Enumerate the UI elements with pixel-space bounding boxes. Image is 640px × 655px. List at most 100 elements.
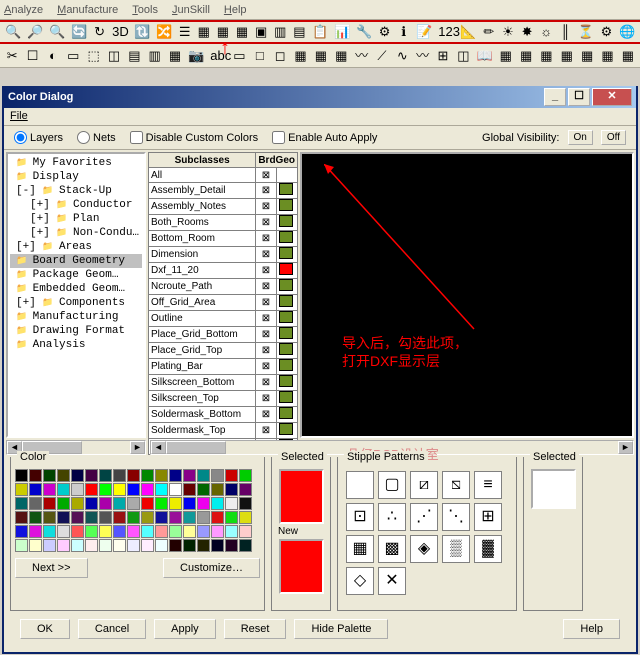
color-swatch[interactable] bbox=[225, 511, 238, 524]
color-swatch[interactable] bbox=[29, 469, 42, 482]
toolbar-icon[interactable]: □ bbox=[252, 47, 268, 65]
toolbar-icon[interactable]: ☐ bbox=[24, 47, 40, 65]
color-cell[interactable] bbox=[276, 168, 297, 183]
visibility-checkbox[interactable]: ⊠ bbox=[256, 343, 276, 359]
stipple-pattern[interactable]: ◈ bbox=[410, 535, 438, 563]
color-swatch[interactable] bbox=[155, 469, 168, 482]
color-swatch[interactable] bbox=[127, 497, 140, 510]
color-swatch[interactable] bbox=[29, 539, 42, 552]
toolbar-icon[interactable]: ▦ bbox=[313, 47, 329, 65]
color-swatch[interactable] bbox=[225, 483, 238, 496]
color-swatch[interactable] bbox=[99, 525, 112, 538]
color-swatch[interactable] bbox=[225, 525, 238, 538]
apply-button[interactable]: Apply bbox=[154, 619, 216, 639]
toolbar-icon[interactable]: ▦ bbox=[333, 47, 349, 65]
color-swatch[interactable] bbox=[15, 511, 28, 524]
toolbar-icon[interactable]: ▥ bbox=[273, 23, 288, 41]
color-swatch[interactable] bbox=[183, 497, 196, 510]
color-swatch[interactable] bbox=[183, 483, 196, 496]
stipple-pattern[interactable]: ⋱ bbox=[442, 503, 470, 531]
tree-node[interactable]: [+] Conductor bbox=[10, 198, 142, 212]
toolbar-icon[interactable]: 123 bbox=[437, 23, 455, 41]
toolbar-icon[interactable]: 📝 bbox=[415, 23, 433, 41]
tree-node[interactable]: [+] Components bbox=[10, 296, 142, 310]
color-swatch[interactable] bbox=[85, 497, 98, 510]
color-swatch[interactable] bbox=[57, 539, 70, 552]
color-swatch[interactable] bbox=[71, 469, 84, 482]
toolbar-icon[interactable]: ▦ bbox=[599, 47, 615, 65]
toolbar-icon[interactable]: 📐 bbox=[459, 23, 477, 41]
toolbar-icon[interactable]: 🔧 bbox=[355, 23, 373, 41]
stipple-pattern[interactable]: ◇ bbox=[346, 567, 374, 595]
stipple-pattern[interactable]: ▒ bbox=[442, 535, 470, 563]
color-cell[interactable] bbox=[276, 343, 297, 359]
tree-node[interactable]: Analysis bbox=[10, 338, 142, 352]
visibility-checkbox[interactable]: ⊠ bbox=[256, 183, 276, 199]
toolbar-icon[interactable]: ▤ bbox=[126, 47, 142, 65]
color-swatch[interactable] bbox=[127, 539, 140, 552]
color-swatch[interactable] bbox=[183, 469, 196, 482]
toolbar-icon[interactable]: ▦ bbox=[559, 47, 575, 65]
color-swatch[interactable] bbox=[15, 497, 28, 510]
stipple-pattern[interactable]: ⋰ bbox=[410, 503, 438, 531]
color-swatch[interactable] bbox=[127, 511, 140, 524]
color-swatch[interactable] bbox=[211, 469, 224, 482]
toolbar-icon[interactable]: ▥ bbox=[147, 47, 163, 65]
color-swatch[interactable] bbox=[155, 539, 168, 552]
color-swatch[interactable] bbox=[43, 525, 56, 538]
color-swatch[interactable] bbox=[141, 483, 154, 496]
color-swatch[interactable] bbox=[71, 539, 84, 552]
toolbar-icon[interactable]: 📋 bbox=[311, 23, 329, 41]
color-cell[interactable] bbox=[276, 375, 297, 391]
color-swatch[interactable] bbox=[155, 483, 168, 496]
layers-radio[interactable]: Layers bbox=[14, 131, 63, 144]
toolbar-icon[interactable]: ☼ bbox=[539, 23, 554, 41]
color-swatch[interactable] bbox=[197, 539, 210, 552]
color-swatch[interactable] bbox=[113, 539, 126, 552]
color-cell[interactable] bbox=[276, 295, 297, 311]
color-swatch[interactable] bbox=[57, 525, 70, 538]
toolbar-icon[interactable]: 🔃 bbox=[133, 23, 151, 41]
hide-palette-button[interactable]: Hide Palette bbox=[294, 619, 388, 639]
toolbar-icon[interactable]: 📊 bbox=[333, 23, 351, 41]
color-swatch[interactable] bbox=[169, 539, 182, 552]
stipple-pattern[interactable]: ▩ bbox=[378, 535, 406, 563]
color-swatch[interactable] bbox=[169, 511, 182, 524]
color-swatch[interactable] bbox=[211, 525, 224, 538]
color-swatch[interactable] bbox=[141, 539, 154, 552]
visibility-checkbox[interactable]: ⊠ bbox=[256, 359, 276, 375]
toolbar-icon[interactable]: 🔍 bbox=[4, 23, 22, 41]
color-swatch[interactable] bbox=[85, 483, 98, 496]
color-swatch[interactable] bbox=[99, 483, 112, 496]
toolbar-icon[interactable]: 🔎 bbox=[26, 23, 44, 41]
color-cell[interactable] bbox=[276, 247, 297, 263]
color-cell[interactable] bbox=[276, 407, 297, 423]
minimize-button[interactable]: _ bbox=[544, 88, 566, 106]
color-swatch[interactable] bbox=[71, 483, 84, 496]
tree-node[interactable]: Embedded Geom… bbox=[10, 282, 142, 296]
color-swatch[interactable] bbox=[211, 539, 224, 552]
gv-on-button[interactable]: On bbox=[568, 130, 593, 145]
tree-node[interactable]: Drawing Format bbox=[10, 324, 142, 338]
color-swatch[interactable] bbox=[57, 511, 70, 524]
color-swatch[interactable] bbox=[183, 511, 196, 524]
color-cell[interactable] bbox=[276, 279, 297, 295]
menu-junskill[interactable]: JunSkill bbox=[172, 4, 210, 16]
toolbar-icon[interactable]: ✸ bbox=[520, 23, 535, 41]
toolbar-icon[interactable]: 🔄 bbox=[70, 23, 88, 41]
toolbar-icon[interactable]: ◫ bbox=[106, 47, 122, 65]
color-cell[interactable] bbox=[276, 311, 297, 327]
color-swatch[interactable] bbox=[197, 483, 210, 496]
color-swatch[interactable] bbox=[57, 469, 70, 482]
toolbar-icon[interactable]: ↻ bbox=[92, 23, 107, 41]
stipple-pattern[interactable]: ⧅ bbox=[442, 471, 470, 499]
toolbar-icon[interactable]: ║ bbox=[558, 23, 573, 41]
toolbar-icon[interactable]: ⚙ bbox=[599, 23, 614, 41]
toolbar-icon[interactable]: 〰 bbox=[414, 47, 430, 65]
toolbar-icon[interactable]: 🔍 bbox=[48, 23, 66, 41]
menu-analyze[interactable]: Analyze bbox=[4, 4, 43, 16]
nets-radio[interactable]: Nets bbox=[77, 131, 116, 144]
toolbar-icon[interactable]: ∿ bbox=[394, 47, 410, 65]
file-menu[interactable]: File bbox=[10, 110, 28, 122]
layer-tree[interactable]: My FavoritesDisplay[-] Stack-Up[+] Condu… bbox=[6, 152, 146, 438]
